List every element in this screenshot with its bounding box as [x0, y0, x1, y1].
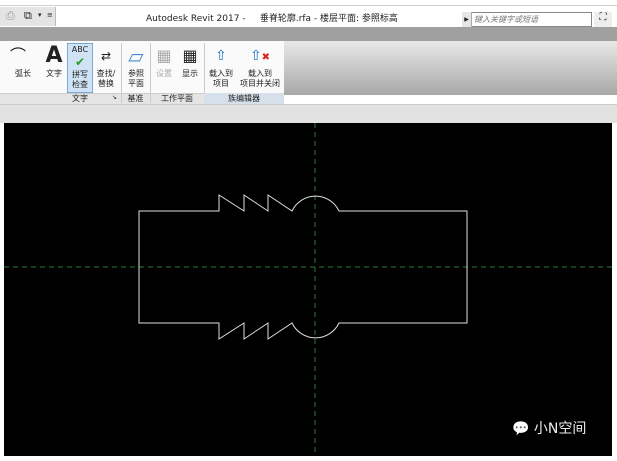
watermark: 💬 小N空间 [512, 421, 587, 437]
drawing-canvas[interactable] [4, 123, 612, 456]
customize-icon[interactable]: ≡ [47, 11, 53, 19]
print-icon[interactable]: ⎙ [6, 9, 15, 23]
ribbon-tab-bar [0, 27, 617, 41]
window-title: Autodesk Revit 2017 - 垂脊轮廓.rfa - 楼层平面: 参… [146, 14, 398, 24]
panel-label-text: 文字 [72, 94, 88, 103]
load-and-close-button[interactable]: ⇧✖ 载入到 项目并关闭 [237, 43, 283, 89]
reference-plane-button[interactable]: ▱ 参照 平面 [122, 43, 150, 89]
options-bar [0, 104, 617, 123]
load-and-close-icon: ⇧✖ [249, 48, 271, 64]
arc-length-button[interactable]: ⌒ 弧长 [0, 43, 36, 79]
find-replace-button[interactable]: ⇄ 查找/ 替换 [93, 43, 119, 89]
reference-plane-icon: ▱ [128, 44, 144, 68]
switch-windows-icon[interactable]: ⧉ [24, 9, 32, 23]
workplane-show-button[interactable]: ▦ 显示 [178, 43, 202, 79]
search-box[interactable] [462, 12, 592, 27]
panel-label-workplane: 工作平面 [161, 94, 193, 103]
find-replace-icon: ⇄ [100, 49, 112, 63]
wechat-icon: 💬 [512, 421, 530, 437]
text-icon: A [45, 43, 63, 68]
dialog-launcher-icon[interactable]: ↘ [112, 94, 117, 101]
load-into-project-button[interactable]: ⇧ 载入到 项目 [205, 43, 237, 89]
panel-label-family-editor: 族编辑器 [204, 93, 284, 104]
load-into-project-icon: ⇧ [215, 48, 227, 64]
arc-length-icon: ⌒ [9, 46, 26, 65]
panel-label-datum: 基准 [127, 94, 144, 103]
workplane-show-icon: ▦ [182, 46, 198, 65]
binoculars-icon[interactable]: ⛶ [594, 12, 612, 27]
text-button[interactable]: A 文字 [42, 43, 66, 79]
workplane-set-icon: ▦ [156, 46, 172, 65]
drawing [4, 123, 612, 456]
expand-arrow-icon[interactable]: ▶ [462, 12, 472, 27]
spell-check-button[interactable]: ABC ✔ 拼写 检查 [67, 43, 93, 93]
search-input[interactable] [474, 13, 591, 26]
workplane-set-button[interactable]: ▦ 设置 [152, 43, 176, 79]
dropdown-icon[interactable]: ▾ [38, 11, 42, 19]
spell-check-icon: ABC ✔ [71, 45, 89, 69]
quick-access-toolbar: ⎙ ⧉ ▾ ≡ [0, 7, 56, 26]
